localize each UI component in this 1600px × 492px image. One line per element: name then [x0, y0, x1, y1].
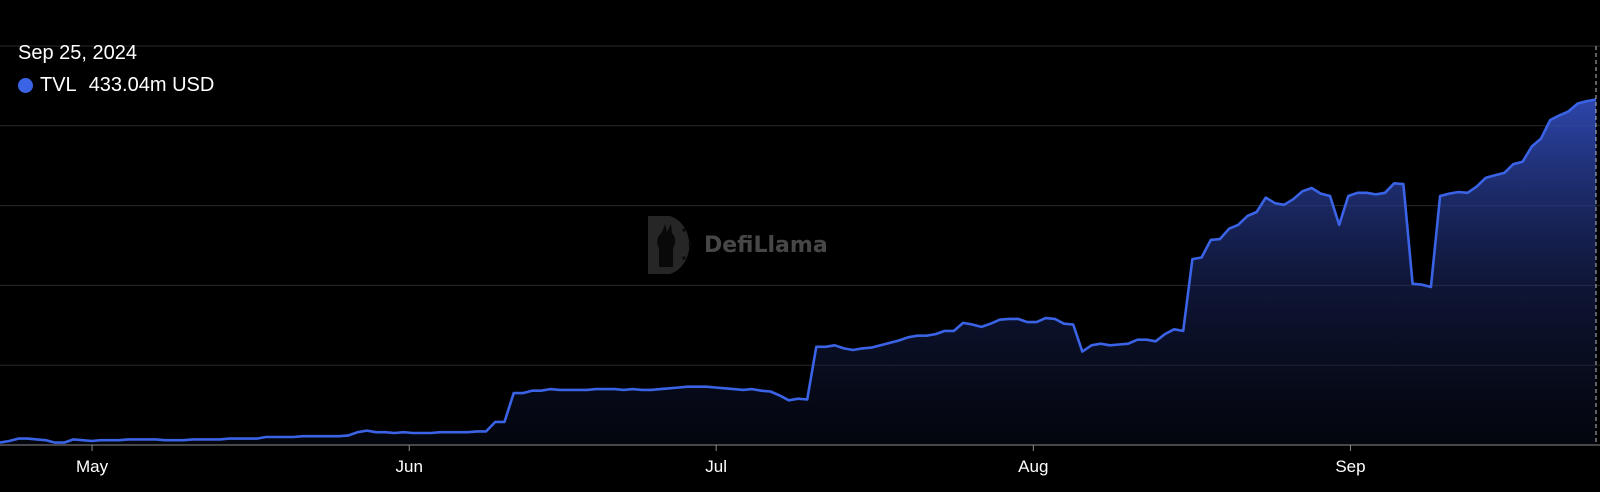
x-axis-ticks: May Jun Jul Aug Sep [76, 445, 1366, 476]
x-axis-tick-label: Aug [1018, 457, 1048, 476]
x-axis-tick-label: Jun [396, 457, 423, 476]
x-axis-tick-label: Jul [705, 457, 727, 476]
watermark-text: DefiLlama [704, 232, 828, 258]
x-axis-tick-label: May [76, 457, 109, 476]
defillama-watermark: DefiLlama [644, 214, 828, 276]
tooltip-date: Sep 25, 2024 [18, 42, 137, 64]
series-color-dot-icon [18, 78, 33, 93]
x-axis-tick-label: Sep [1335, 457, 1365, 476]
tooltip-metric-label: TVL [40, 74, 77, 96]
llama-logo-icon [648, 216, 692, 274]
tooltip-value-row: TVL 433.04m USD [18, 74, 214, 97]
tooltip-metric-value: 433.04m USD [88, 74, 215, 96]
